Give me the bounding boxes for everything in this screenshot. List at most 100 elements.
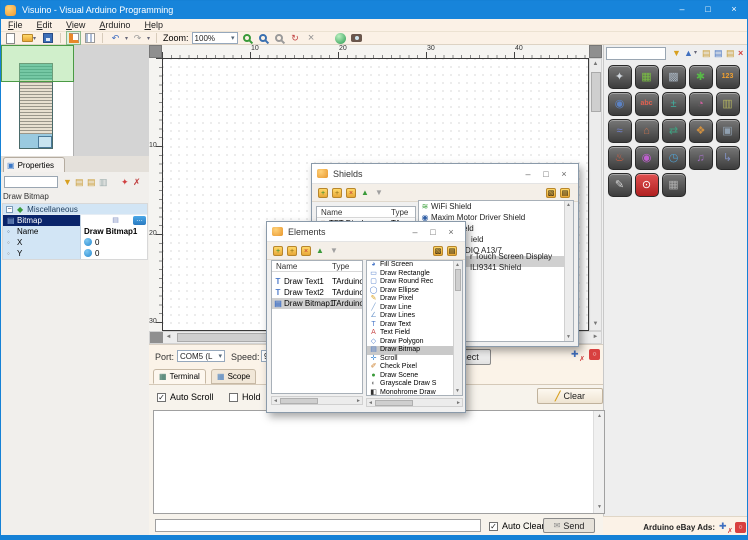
collapse-all-icon[interactable]: ▤ [559,187,571,199]
clear-button[interactable]: ╱ Clear [537,388,603,404]
scroll-thumb[interactable] [591,72,601,112]
toolbox-signal-icon[interactable]: ≈ [607,118,632,143]
scroll-down-icon[interactable] [566,334,571,340]
delete-shield-icon[interactable]: × [345,187,357,199]
palette-item[interactable]: ◕ Fill Screen [367,261,462,270]
scroll-up-icon[interactable] [455,262,460,268]
save-button[interactable] [41,32,54,44]
expand-all-icon[interactable]: ▧ [432,245,444,257]
minimize-icon[interactable] [406,227,424,237]
refresh-button[interactable] [289,32,302,44]
filter-icon[interactable]: ▼ [63,177,72,187]
send-input[interactable] [155,519,481,532]
pin-icon[interactable]: ✦ [121,177,129,187]
palette-item[interactable]: ∠ Draw Lines [367,312,462,321]
palette-item[interactable]: ✐ Check Pixel [367,363,462,372]
palette-item[interactable]: ◐ Grayscale Draw S [367,380,462,389]
zoom-out-button[interactable] [257,32,270,44]
toolbox-audio-icon[interactable]: ♫ [688,145,713,170]
send-button[interactable]: ✉ Send [543,518,595,533]
folder-blue-icon[interactable]: ▤ [714,48,723,59]
palette-item[interactable]: ✛ Scroll [367,355,462,364]
overview-minimap[interactable] [1,45,149,171]
toolbox-display-icon[interactable]: ▣ [715,118,740,143]
expand-folder-icon[interactable]: ▤ [75,177,84,187]
maximize-icon[interactable] [424,227,442,237]
elements-dialog-titlebar[interactable]: Elements [267,222,465,242]
properties-filter-input[interactable] [4,176,58,188]
scroll-thumb[interactable] [455,269,461,291]
scroll-left-icon[interactable] [163,332,174,343]
scroll-right-icon[interactable] [456,399,461,407]
move-up-icon[interactable]: ▲ [314,245,326,257]
toolbox-color-icon[interactable]: ◉ [634,145,659,170]
menu-edit[interactable]: Edit [30,19,60,32]
tools-disconnect-icon[interactable] [571,349,585,363]
scroll-right-icon[interactable] [356,397,361,405]
toolbox-math-icon[interactable]: ± [661,91,686,116]
ads-stop-icon[interactable] [735,521,746,533]
toolbox-hardware-icon[interactable]: ✦ [607,64,632,89]
property-value-cell[interactable]: 0 [81,247,147,259]
undo-history-icon[interactable] [125,35,128,42]
collapse-all-icon[interactable]: ▤ [446,245,458,257]
toolbox-home-icon[interactable]: ⌂ [634,118,659,143]
palette-item[interactable]: ✎ Draw Pixel [367,295,462,304]
scroll-thumb[interactable] [280,398,318,404]
palette-item[interactable]: T Draw Text [367,321,462,330]
shields-tree-scrollbar[interactable] [564,201,573,341]
name-column-header[interactable]: Name [276,261,297,272]
elements-list[interactable]: Name Type TDraw Text1TArduinoColTDraw Te… [271,260,363,394]
snapshot-button[interactable] [350,32,363,44]
filter-icon[interactable]: ▼ [672,48,681,59]
ellipsis-button[interactable] [133,215,146,225]
toolbox-integer-icon[interactable]: 123 [715,64,740,89]
collapse-folder-icon[interactable]: ▤ [87,177,96,187]
element-row[interactable]: TDraw Text2 TArduinoCol [272,287,362,298]
pin-ball-icon[interactable] [84,238,92,246]
type-column-header[interactable]: Type [332,261,349,272]
port-select[interactable]: COM5 (L [177,350,225,362]
menu-arduino[interactable]: Arduino [92,19,137,32]
toolbox-fire-icon[interactable]: ♨ [607,145,632,170]
toggle-grid-button[interactable] [83,32,96,44]
chevron-down-icon[interactable] [694,48,697,59]
menu-file[interactable]: File [1,19,30,32]
element-row[interactable]: ▤Draw Bitmap1TArduinoCol [272,298,362,309]
scroll-thumb[interactable] [375,400,413,406]
palette-scrollbar[interactable] [453,261,462,395]
tab-scope[interactable]: ▦ Scope [211,369,257,384]
close-icon[interactable] [442,227,460,237]
toolbox-flow-icon[interactable]: ↳ [715,145,740,170]
property-value-cell[interactable]: ▤ [81,214,147,226]
maximize-icon[interactable] [695,1,721,19]
shield-tree-item[interactable]: ≋ WiFi Shield [419,201,573,212]
scroll-up-icon[interactable] [590,59,601,70]
toolbox-power-icon[interactable]: ▥ [715,91,740,116]
toolbox-search-input[interactable] [606,47,666,60]
toolbox-logic-icon[interactable]: ✱ [688,64,713,89]
undo-button[interactable] [109,32,122,44]
collapse-icon[interactable]: − [6,205,13,213]
scroll-down-icon[interactable] [455,388,460,394]
scroll-down-icon[interactable] [594,502,605,513]
redo-button[interactable] [131,32,144,44]
reset-icon[interactable]: ✗ [133,177,141,187]
add-shield-icon[interactable]: + [317,187,329,199]
toggle-panels-button[interactable] [66,31,81,45]
zoom-select[interactable]: 100% [191,32,238,44]
folder-icon[interactable]: ▤ [702,48,711,59]
scroll-down-icon[interactable] [590,319,601,330]
zoom-in-button[interactable] [241,32,254,44]
toolbox-converter-icon[interactable]: ⇄ [661,118,686,143]
toolbox-digital-icon[interactable]: ▩ [661,64,686,89]
toolbox-pointer-icon[interactable]: ◉ [607,91,632,116]
menu-view[interactable]: View [59,19,92,32]
insert-element-icon[interactable]: + [286,245,298,257]
scroll-right-icon[interactable] [590,332,601,343]
folder-icon[interactable]: ▤ [726,48,735,59]
palette-item[interactable]: ◯ Draw Ellipse [367,287,462,296]
move-up-icon[interactable]: ▲ [359,187,371,199]
property-category-row[interactable]: − ◆ Miscellaneous [3,204,147,215]
expand-all-icon[interactable]: ▧ [545,187,557,199]
